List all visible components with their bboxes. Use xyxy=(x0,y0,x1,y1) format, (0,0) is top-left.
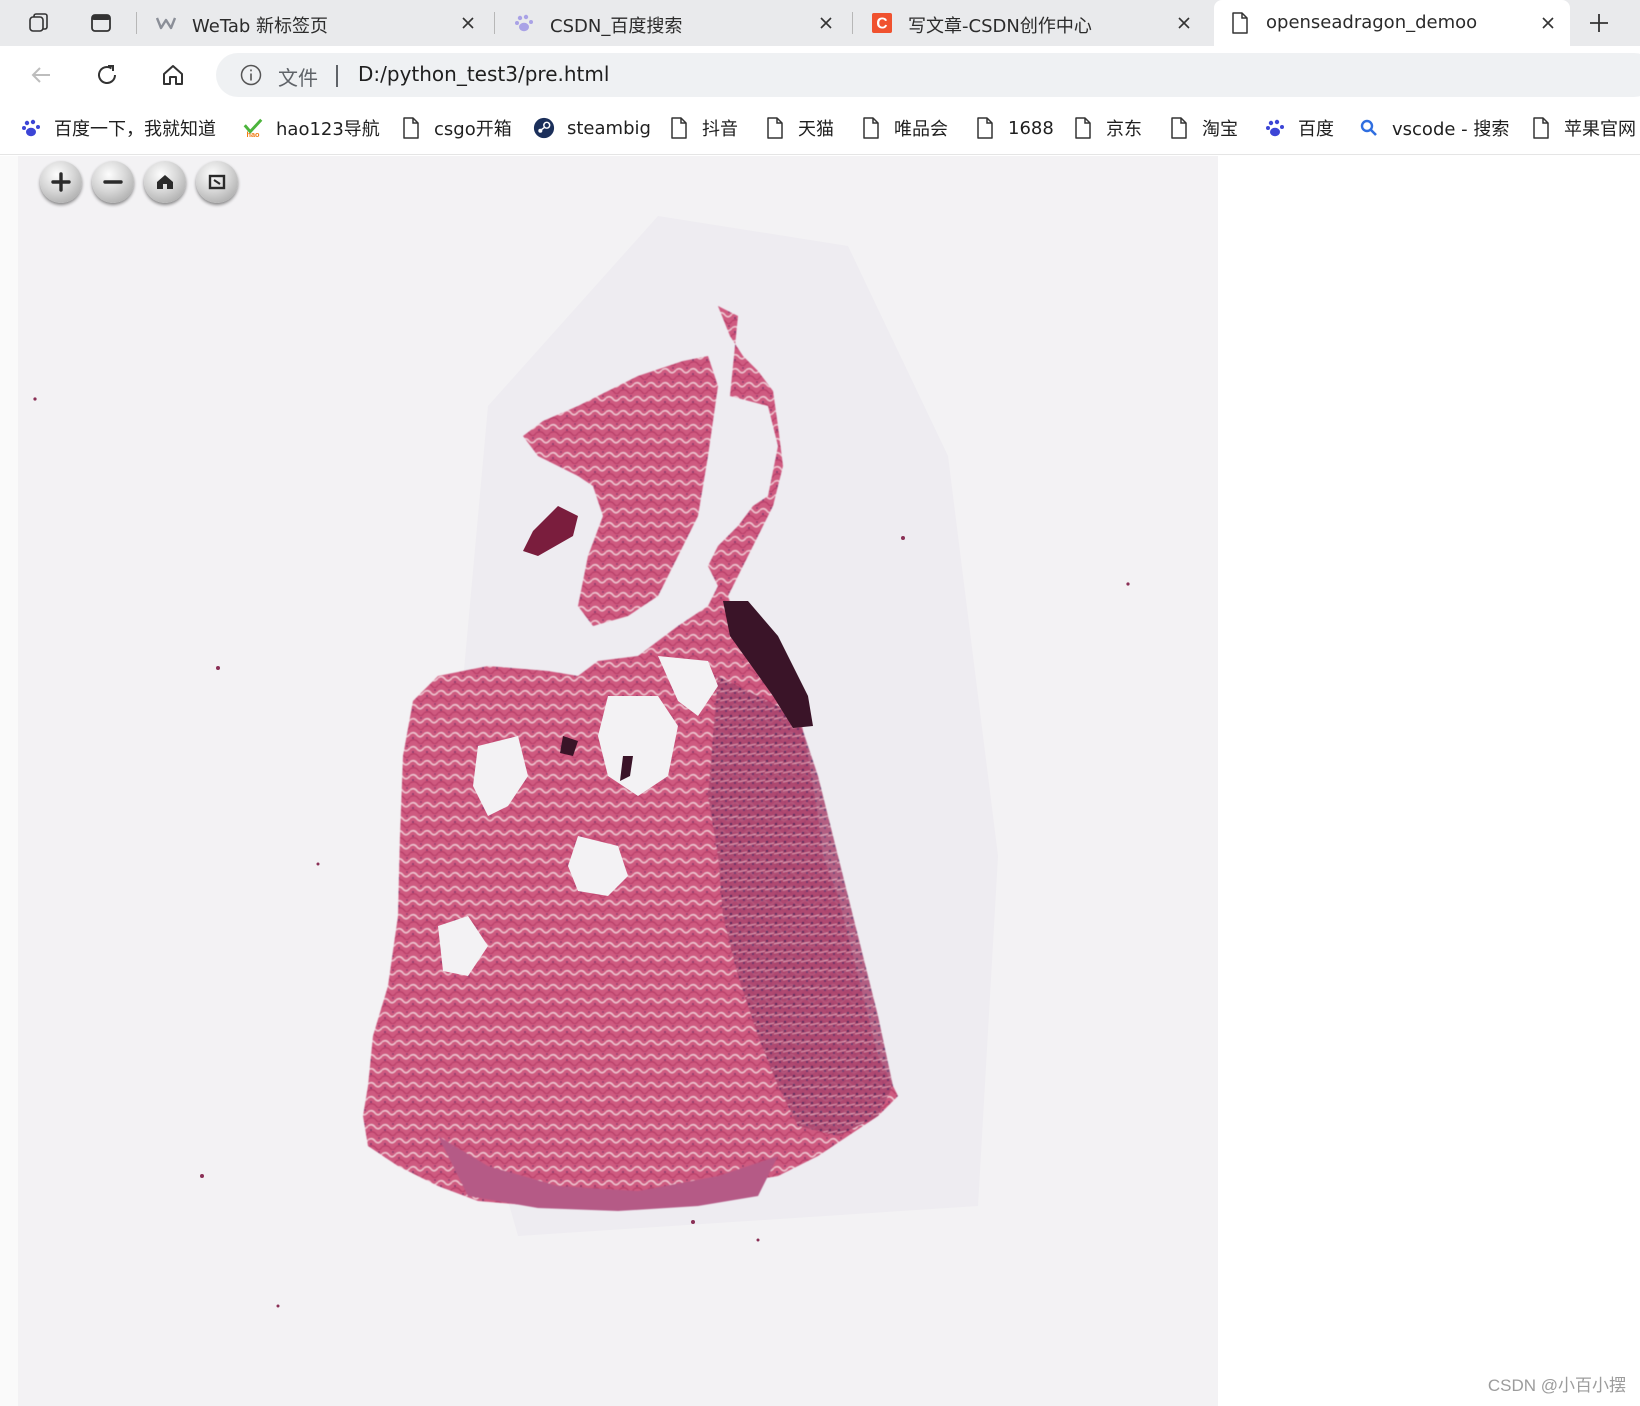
csdn-c-icon: C xyxy=(872,13,892,33)
page-icon xyxy=(400,117,422,139)
new-tab-button[interactable] xyxy=(1582,8,1616,38)
bookmark-baidu-yixia[interactable]: 百度一下，我就知道 xyxy=(20,113,216,143)
bookmark-1688[interactable]: 1688 xyxy=(974,113,1054,143)
home-icon xyxy=(163,65,183,85)
workspaces-icon xyxy=(29,13,48,32)
bookmark-label: hao123导航 xyxy=(276,119,380,140)
bookmark-label: 唯品会 xyxy=(894,119,948,140)
bookmark-csgo[interactable]: csgo开箱 xyxy=(400,113,512,143)
back-button[interactable] xyxy=(24,58,58,92)
workspaces-button[interactable] xyxy=(22,8,56,38)
bookmark-douyin[interactable]: 抖音 xyxy=(668,113,738,143)
bookmark-label: 1688 xyxy=(1008,117,1054,139)
url-text[interactable]: D:/python_test3/pre.html xyxy=(358,62,609,86)
baidu-paw-icon xyxy=(20,117,42,139)
hao123-icon: hao xyxy=(242,117,264,139)
bookmark-label: vscode - 搜索 xyxy=(1392,119,1510,140)
bookmark-label: steambig xyxy=(567,117,651,139)
tab-csdn-write[interactable]: C 写文章-CSDN创作中心 xyxy=(856,0,1206,46)
bookmark-jd[interactable]: 京东 xyxy=(1072,113,1142,143)
slide-image[interactable] xyxy=(18,156,1218,1406)
fullscreen-icon xyxy=(208,174,226,190)
close-icon[interactable] xyxy=(1538,13,1558,33)
home-button[interactable] xyxy=(156,58,190,92)
bookmark-baidu[interactable]: 百度 xyxy=(1264,113,1334,143)
tab-separator xyxy=(852,12,853,34)
tab-title: openseadragon_demoo xyxy=(1266,12,1478,33)
svg-text:hao: hao xyxy=(246,130,260,139)
bookmark-taobao[interactable]: 淘宝 xyxy=(1168,113,1238,143)
tab-wetab[interactable]: WeTab 新标签页 xyxy=(140,0,490,46)
close-icon[interactable] xyxy=(458,13,478,33)
plus-icon xyxy=(1590,14,1608,32)
tab-csdn-baidu[interactable]: CSDN_百度搜索 xyxy=(498,0,848,46)
close-icon[interactable] xyxy=(816,13,836,33)
tab-strip: WeTab 新标签页 CSDN_百度搜索 C 写文章-CSDN创作中心 open… xyxy=(0,0,1640,46)
baidu-paw-icon xyxy=(514,13,534,33)
page-icon xyxy=(668,117,690,139)
bookmark-label: 天猫 xyxy=(798,119,834,140)
csdn-watermark: CSDN @小百小摆 xyxy=(1487,1376,1626,1395)
tab-separator xyxy=(494,12,495,34)
divider xyxy=(336,65,338,87)
page-icon xyxy=(860,117,882,139)
close-icon[interactable] xyxy=(1174,13,1194,33)
url-scheme-label: 文件 xyxy=(278,66,318,90)
refresh-button[interactable] xyxy=(90,58,124,92)
page-icon xyxy=(1230,12,1250,34)
bookmark-label: 淘宝 xyxy=(1202,119,1238,140)
arrow-left-icon xyxy=(31,67,50,83)
address-bar[interactable]: 文件 D:/python_test3/pre.html xyxy=(216,53,1640,97)
bookmark-label: 百度一下，我就知道 xyxy=(54,119,216,140)
tab-actions-button[interactable] xyxy=(84,8,118,38)
tab-title: 写文章-CSDN创作中心 xyxy=(908,16,1092,37)
bookmark-tmall[interactable]: 天猫 xyxy=(764,113,834,143)
page-content: CSDN @小百小摆 xyxy=(0,156,1640,1406)
zoom-in-icon xyxy=(51,172,71,192)
bookmark-vip[interactable]: 唯品会 xyxy=(860,113,948,143)
zoom-out-icon xyxy=(103,180,123,184)
bookmark-label: 苹果官网 xyxy=(1564,119,1636,140)
tab-title: CSDN_百度搜索 xyxy=(550,16,683,37)
home-view-button[interactable] xyxy=(144,161,186,203)
page-icon xyxy=(974,117,996,139)
openseadragon-viewer[interactable] xyxy=(18,156,1218,1406)
tab-separator xyxy=(136,12,137,34)
navigation-toolbar: 文件 D:/python_test3/pre.html xyxy=(0,46,1640,103)
tab-title: WeTab 新标签页 xyxy=(192,16,329,37)
svg-text:C: C xyxy=(876,15,887,32)
page-icon xyxy=(1072,117,1094,139)
zoom-in-button[interactable] xyxy=(40,161,82,203)
page-icon xyxy=(764,117,786,139)
info-icon[interactable] xyxy=(240,64,262,86)
baidu-paw-icon xyxy=(1264,117,1286,139)
wetab-icon xyxy=(156,13,176,33)
bookmark-label: 百度 xyxy=(1298,119,1334,140)
tab-actions-icon xyxy=(91,14,111,32)
viewer-gutter xyxy=(0,156,18,1406)
bookmark-label: csgo开箱 xyxy=(434,119,512,140)
page-icon xyxy=(1530,117,1552,139)
home-icon xyxy=(157,175,173,189)
steam-icon xyxy=(533,117,555,139)
zoom-out-button[interactable] xyxy=(92,161,134,203)
bookmark-label: 抖音 xyxy=(702,119,738,140)
refresh-icon xyxy=(98,65,116,84)
search-icon xyxy=(1358,117,1380,139)
bookmark-apple[interactable]: 苹果官网 xyxy=(1530,113,1636,143)
bookmark-vscode-search[interactable]: vscode - 搜索 xyxy=(1358,113,1509,143)
full-page-button[interactable] xyxy=(196,161,238,203)
bookmark-label: 京东 xyxy=(1106,119,1142,140)
bookmark-hao123[interactable]: hao hao123导航 xyxy=(242,113,380,143)
bookmarks-bar: 百度一下，我就知道 hao hao123导航 csgo开箱 steambig 抖… xyxy=(0,103,1640,155)
tab-openseadragon-demoo[interactable]: openseadragon_demoo xyxy=(1214,0,1570,46)
page-icon xyxy=(1168,117,1190,139)
bookmark-steambig[interactable]: steambig xyxy=(533,113,651,143)
